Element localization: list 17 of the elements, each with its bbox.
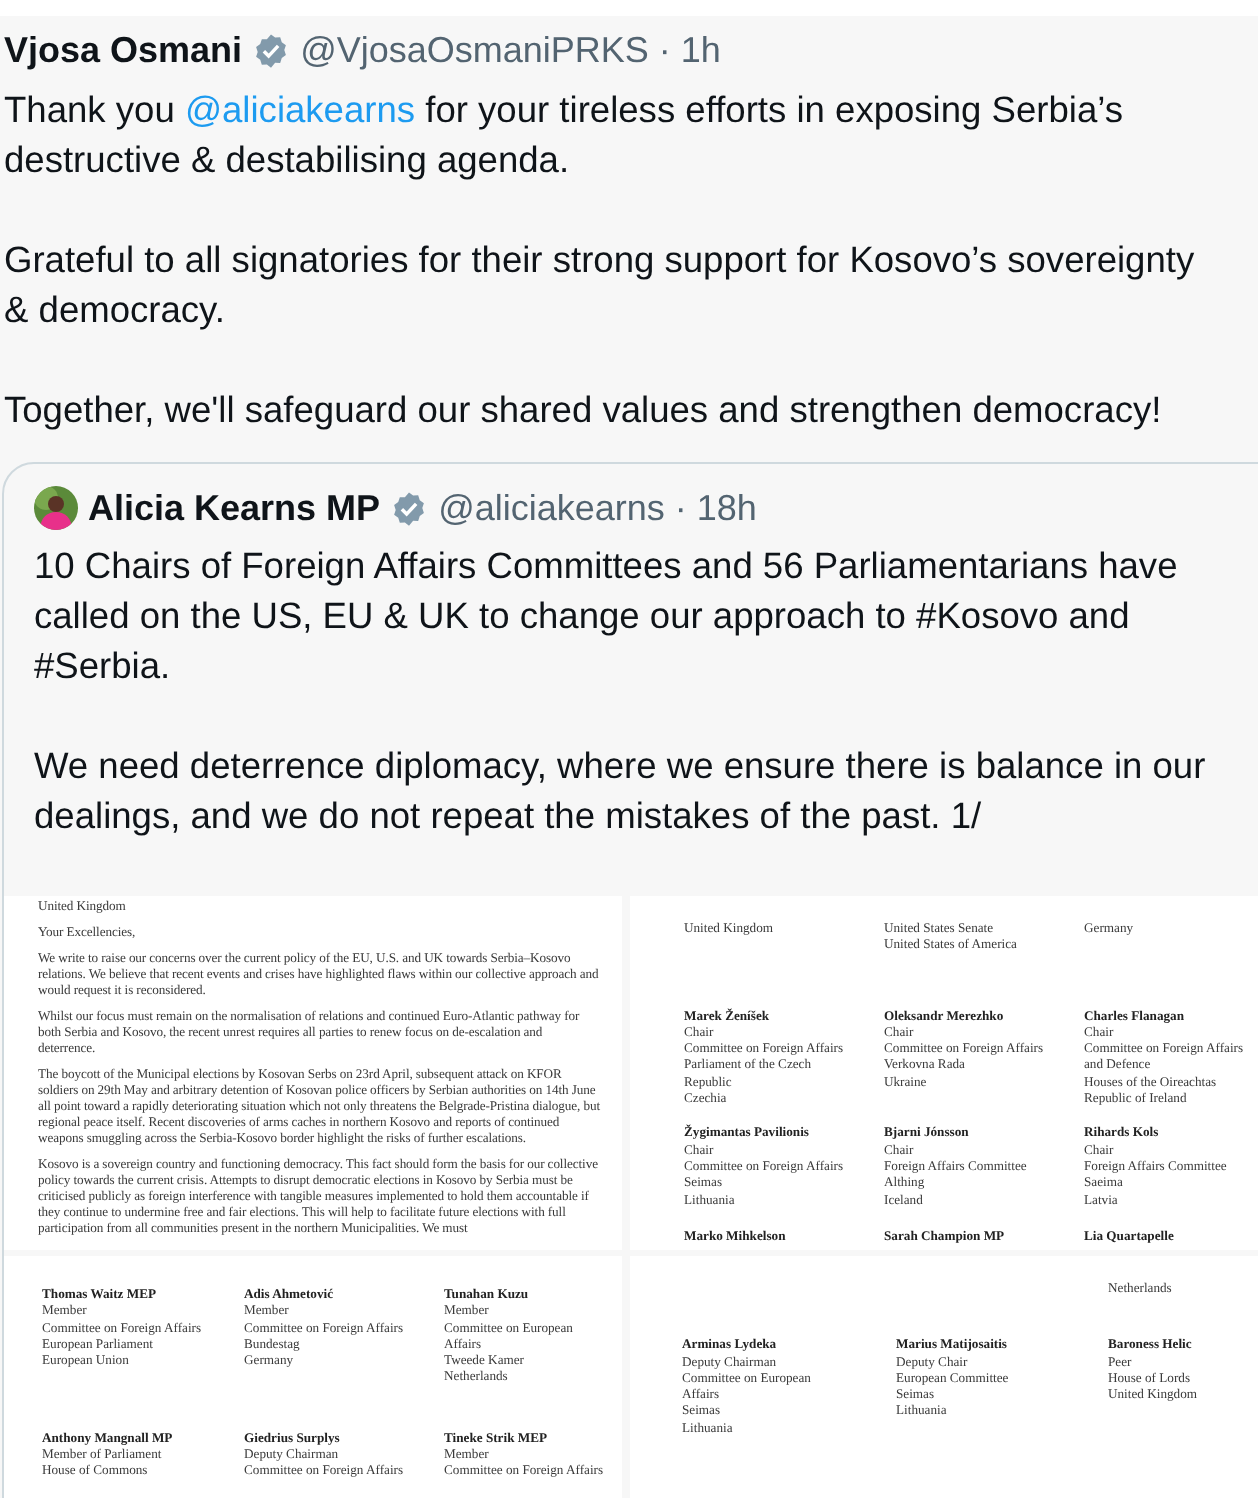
post-time[interactable]: 18h xyxy=(696,487,757,529)
author-name[interactable]: Alicia Kearns MP xyxy=(88,487,381,529)
author-name[interactable]: Vjosa Osmani xyxy=(4,29,243,71)
post-text: Thank you @aliciakearns for your tireless efforts in exposing Serbia’s destructive & destabilising agenda. xyxy=(4,86,1125,184)
post-time[interactable]: 1h xyxy=(680,29,721,71)
quoted-post-text: We need deterrence diplomacy, where we ensure there is balance in our dealings, and we do not repeat the mistakes of the past. 1/ xyxy=(34,742,1208,840)
separator-dot: · xyxy=(658,29,671,71)
author-handle[interactable]: @VjosaOsmaniPRKS xyxy=(300,29,649,71)
avatar[interactable] xyxy=(34,486,78,530)
separator-dot: · xyxy=(674,487,687,529)
quoted-post-text: 10 Chairs of Foreign Affairs Committees and 56 Parliamentarians have called on the US, EU & UK to change our approach to #Kosovo and #Serbia. xyxy=(34,542,1180,690)
signature-document[interactable] xyxy=(4,1256,622,1498)
author-handle[interactable]: @aliciakearns xyxy=(438,487,665,529)
quoted-post-card[interactable] xyxy=(2,462,1258,1498)
post-text: Grateful to all signatories for their strong support for Kosovo’s sovereignty & democracy. xyxy=(4,236,1197,334)
post-text: Together, we'll safeguard our shared values and strengthen democracy! xyxy=(4,386,1164,434)
letter-document[interactable] xyxy=(4,896,622,1250)
